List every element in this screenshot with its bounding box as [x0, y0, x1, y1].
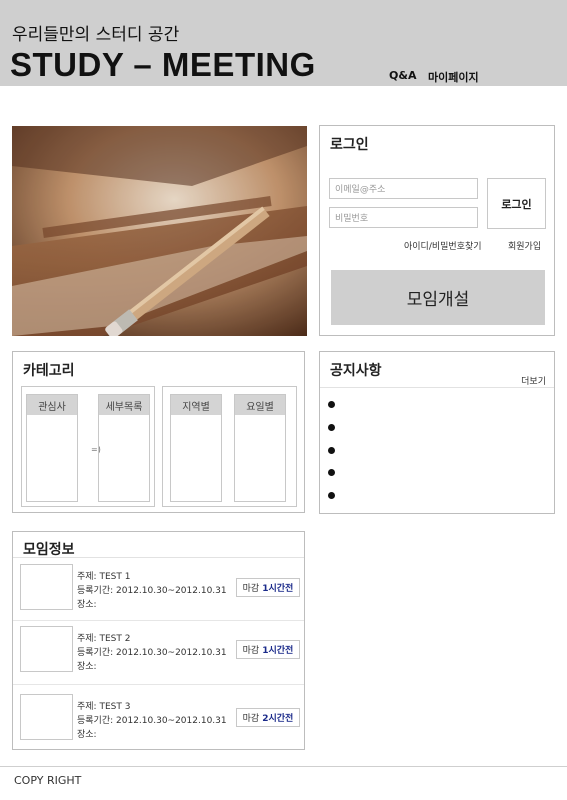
divider: [320, 387, 554, 388]
category-panel: 카테고리 관심사 =) 세부목록 지역별 요일별: [12, 351, 305, 513]
category-detail-header: 세부목록: [99, 395, 149, 415]
category-title: 카테고리: [23, 363, 75, 379]
notice-more-link[interactable]: 더보기: [521, 374, 546, 387]
meeting-subject: 주제: TEST 2: [77, 634, 131, 644]
site-header: 우리들만의 스터디 공간 STUDY – MEETING Q&A 마이페이지: [0, 0, 567, 86]
category-group-interest: 관심사 =) 세부목록: [21, 386, 155, 507]
meeting-thumbnail[interactable]: [20, 626, 73, 672]
deadline-badge: 마감 1시간전: [236, 640, 300, 659]
meeting-item[interactable]: 주제: TEST 1 등록기간: 2012.10.30~2012.10.31 장…: [13, 564, 304, 624]
hero-photo: [12, 126, 307, 336]
meeting-place: 장소:: [77, 730, 97, 740]
meeting-item[interactable]: 주제: TEST 3 등록기간: 2012.10.30~2012.10.31 장…: [13, 694, 304, 754]
category-detail-list[interactable]: 세부목록: [98, 394, 150, 502]
meetings-title: 모임정보: [23, 542, 75, 558]
meeting-period: 등록기간: 2012.10.30~2012.10.31: [77, 716, 227, 726]
category-region-header: 지역별: [171, 395, 221, 415]
notice-bullet-icon[interactable]: [328, 447, 335, 454]
copyright-text: COPY RIGHT: [14, 774, 82, 787]
meeting-thumbnail[interactable]: [20, 694, 73, 740]
footer-divider: [0, 766, 567, 767]
notice-bullet-icon[interactable]: [328, 424, 335, 431]
meeting-thumbnail[interactable]: [20, 564, 73, 610]
nav-qa-link[interactable]: Q&A: [389, 69, 416, 82]
category-interest-header: 관심사: [27, 395, 77, 415]
category-group-filter: 지역별 요일별: [162, 386, 297, 507]
meeting-place: 장소:: [77, 600, 97, 610]
notice-bullet-icon[interactable]: [328, 401, 335, 408]
notice-bullet-icon[interactable]: [328, 492, 335, 499]
category-region-list[interactable]: 지역별: [170, 394, 222, 502]
notice-panel: 공지사항 더보기: [319, 351, 555, 514]
deadline-badge: 마감 1시간전: [236, 578, 300, 597]
notice-bullet-icon[interactable]: [328, 469, 335, 476]
meeting-subject: 주제: TEST 1: [77, 572, 131, 582]
divider: [13, 557, 304, 558]
meeting-subject: 주제: TEST 3: [77, 702, 131, 712]
category-interest-list[interactable]: 관심사: [26, 394, 78, 502]
category-day-list[interactable]: 요일별: [234, 394, 286, 502]
join-link[interactable]: 회원가입: [508, 239, 541, 252]
deadline-badge: 마감 2시간전: [236, 708, 300, 727]
meeting-period: 등록기간: 2012.10.30~2012.10.31: [77, 648, 227, 658]
login-panel: 로그인 이메일@주소 비밀번호 로그인 아이디/비밀번호찾기 회원가입 모임개설: [319, 125, 555, 336]
password-input[interactable]: 비밀번호: [329, 207, 478, 228]
notice-title: 공지사항: [330, 363, 382, 379]
deadline-time: 2시간전: [262, 714, 294, 724]
meeting-item[interactable]: 주제: TEST 2 등록기간: 2012.10.30~2012.10.31 장…: [13, 626, 304, 686]
divider: [13, 684, 304, 685]
category-day-header: 요일별: [235, 395, 285, 415]
meeting-place: 장소:: [77, 662, 97, 672]
nav-mypage-link[interactable]: 마이페이지: [428, 69, 479, 85]
create-meeting-button[interactable]: 모임개설: [331, 270, 545, 325]
meeting-period: 등록기간: 2012.10.30~2012.10.31: [77, 586, 227, 596]
login-title: 로그인: [330, 137, 369, 153]
deadline-label: 마감: [242, 646, 260, 656]
login-button[interactable]: 로그인: [487, 178, 546, 229]
deadline-label: 마감: [242, 714, 260, 724]
divider: [13, 620, 304, 621]
deadline-time: 1시간전: [262, 584, 294, 594]
pencil-notebook-image: [12, 126, 307, 336]
deadline-label: 마감: [242, 584, 260, 594]
site-subtitle: 우리들만의 스터디 공간: [12, 25, 180, 45]
email-input[interactable]: 이메일@주소: [329, 178, 478, 199]
meeting-info-panel: 모임정보 주제: TEST 1 등록기간: 2012.10.30~2012.10…: [12, 531, 305, 750]
deadline-time: 1시간전: [262, 646, 294, 656]
find-account-link[interactable]: 아이디/비밀번호찾기: [404, 239, 482, 252]
site-title[interactable]: STUDY – MEETING: [10, 46, 316, 84]
